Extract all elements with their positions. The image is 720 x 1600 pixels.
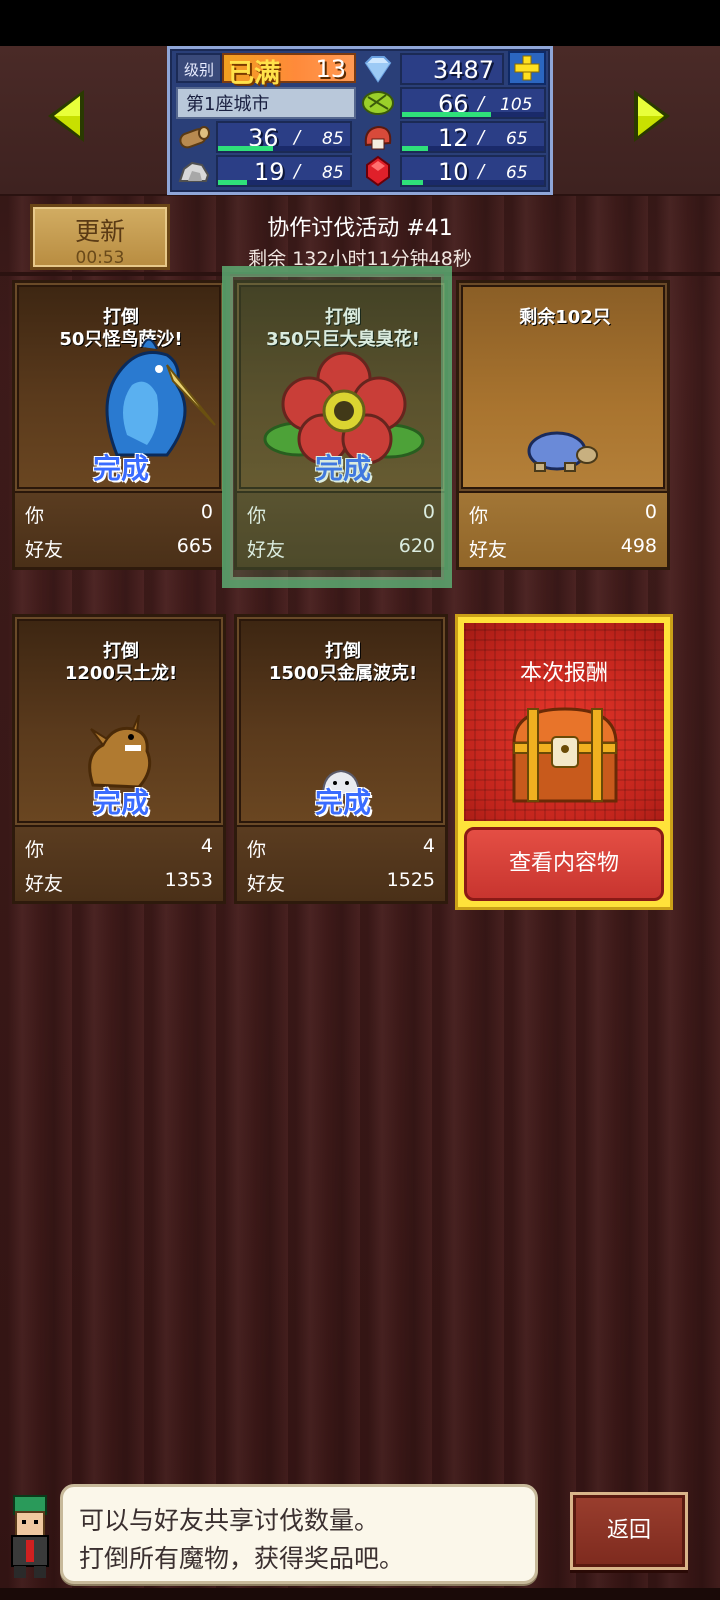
done-label: 完成	[92, 452, 149, 485]
card-title: 剩余102只	[519, 307, 611, 328]
back-button[interactable]: 返回	[570, 1492, 688, 1570]
card-stats: 你4 好友 1525	[237, 825, 445, 901]
card-title: 打倒 350只巨大臭臭花!	[266, 307, 420, 350]
refresh-timer: 00:53	[75, 248, 125, 268]
level-box: 已满 13	[222, 53, 356, 89]
gems-box: 3487	[400, 53, 504, 85]
city-name[interactable]: 第1座城市	[176, 87, 356, 119]
quest-card-metal-slime[interactable]: 打倒 1500只金属波克! 完成 你4 好友 1525	[234, 614, 448, 904]
food-bar	[402, 112, 491, 117]
stone-bar	[218, 180, 247, 185]
hint-line-1: 可以与好友共享讨伐数量。	[79, 1506, 380, 1535]
food-icon	[358, 87, 398, 119]
done-label: 完成	[314, 786, 371, 819]
friends-row: 好友 498	[469, 535, 657, 561]
stone-icon	[174, 155, 214, 187]
you-row: 你4	[247, 835, 435, 861]
level-number: 13	[315, 55, 346, 83]
friends-row: 好友 1525	[247, 869, 435, 895]
you-row: 你0	[469, 501, 657, 527]
ruby-separator: /	[478, 161, 485, 182]
card-stats: 你4 好友 1353	[15, 825, 223, 901]
card-image: 打倒 350只巨大臭臭花! 完成	[237, 283, 445, 491]
diamond-icon	[358, 53, 398, 85]
quest-card-flower[interactable]: 打倒 350只巨大臭臭花! 完成 你0 好友 620	[234, 280, 448, 570]
quest-card-bird[interactable]: 打倒 50只怪鸟萨沙! 完成 你0 好友 665	[12, 280, 226, 570]
friends-row: 好友 665	[25, 535, 213, 561]
ruby-icon	[358, 155, 398, 187]
arrow-right-icon	[634, 90, 670, 142]
reward-title: 本次报酬	[519, 661, 608, 686]
refresh-label: 更新	[74, 217, 125, 246]
card-stats: 你0 好友 620	[237, 491, 445, 567]
card-image: 打倒 50只怪鸟萨沙! 完成	[15, 283, 223, 491]
card-image: 剩余102只	[459, 283, 667, 491]
plus-icon	[514, 55, 540, 81]
food-separator: /	[478, 93, 485, 114]
food-box: 66 / 105	[400, 87, 546, 119]
level-label: 级别	[176, 53, 222, 83]
wood-separator: /	[294, 127, 301, 148]
ruby-bar	[402, 180, 423, 185]
event-title: 协作讨伐活动 #41	[267, 216, 453, 241]
next-arrow-button[interactable]	[630, 88, 674, 144]
hint-speech-bubble: 可以与好友共享讨伐数量。 打倒所有魔物，获得奖品吧。	[60, 1484, 538, 1584]
done-label: 完成	[92, 786, 149, 819]
you-row: 你0	[25, 501, 213, 527]
wood-log-icon	[174, 121, 214, 153]
you-row: 你4	[25, 835, 213, 861]
prev-arrow-button[interactable]	[44, 88, 88, 144]
resources-panel: 级别 已满 13 3487 第1座城市 66 / 105 36 / 85 12 …	[167, 46, 553, 195]
card-image: 打倒 1200只土龙! 完成	[15, 617, 223, 825]
meat-bar	[402, 146, 428, 151]
treasure-chest-icon	[512, 707, 618, 803]
gems-value: 3487	[432, 56, 494, 84]
wood-box: 36 / 85	[216, 121, 352, 153]
blue-turtle-monster-icon	[527, 431, 598, 472]
reward-card: 本次报酬 查看内容物	[455, 614, 673, 910]
npc-guide-avatar	[11, 1495, 49, 1578]
stone-box: 19 / 85	[216, 155, 352, 187]
reward-panel[interactable]: 本次报酬	[464, 623, 664, 821]
bottom-strip	[0, 1588, 720, 1600]
card-stats: 你0 好友 665	[15, 491, 223, 567]
stone-separator: /	[294, 161, 301, 182]
friends-row: 好友 1353	[25, 869, 213, 895]
meat-separator: /	[478, 127, 485, 148]
wood-bar	[218, 146, 273, 151]
header-divider	[0, 272, 720, 276]
card-image: 打倒 1500只金属波克! 完成	[237, 617, 445, 825]
refresh-button[interactable]: 更新 00:53	[30, 204, 170, 270]
you-row: 你0	[247, 501, 435, 527]
done-label: 完成	[314, 452, 371, 485]
quest-card-dragon[interactable]: 打倒 1200只土龙! 完成 你4 好友 1353	[12, 614, 226, 904]
ruby-bar-track	[402, 180, 544, 185]
level-max-text: 已满	[228, 59, 281, 89]
add-gems-button[interactable]	[508, 51, 546, 85]
blue-bird-monster-icon	[105, 338, 216, 457]
view-contents-button[interactable]: 查看内容物	[464, 827, 664, 901]
card-stats: 你0 好友 498	[459, 491, 667, 567]
meat-box: 12 / 65	[400, 121, 546, 153]
status-bar	[0, 0, 720, 46]
card-title: 打倒 1500只金属波克!	[268, 641, 418, 684]
card-title: 打倒 1200只土龙!	[64, 641, 178, 684]
arrow-left-icon	[48, 90, 84, 142]
friends-row: 好友 620	[247, 535, 435, 561]
event-remaining-time: 剩余 132小时11分钟48秒	[248, 248, 472, 270]
hint-line-2: 打倒所有魔物，获得奖品吧。	[79, 1544, 405, 1573]
ruby-box: 10 / 65	[400, 155, 546, 187]
meat-icon	[358, 121, 398, 153]
quest-card-turtle[interactable]: 剩余102只 你0 好友 498	[456, 280, 670, 570]
